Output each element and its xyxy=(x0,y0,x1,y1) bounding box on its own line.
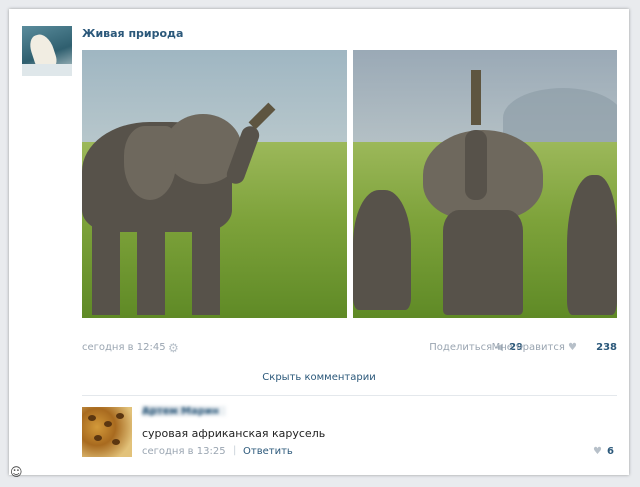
elephant-leg xyxy=(137,225,165,315)
avatar-spot xyxy=(112,439,120,445)
post-photo-right[interactable] xyxy=(353,50,617,318)
elephant-leg xyxy=(92,225,120,315)
hide-comments-link[interactable]: Скрыть комментарии xyxy=(9,372,629,383)
comment-avatar[interactable] xyxy=(82,407,132,457)
comment-author-link[interactable]: Артем Марин xyxy=(142,406,226,416)
post-card: Живая природа сегодня в 12:45 ⚙ Поделить… xyxy=(9,9,629,475)
comment-text: суровая африканская карусель xyxy=(142,427,326,440)
crocodile-shape xyxy=(471,70,481,125)
elephant-ear xyxy=(124,126,176,200)
elephant-small-left xyxy=(353,190,411,310)
group-name-link[interactable]: Живая природа xyxy=(82,27,183,40)
elephant-leg xyxy=(192,225,220,315)
post-date[interactable]: сегодня в 12:45 xyxy=(82,342,166,353)
like-button[interactable]: Мне нравится ♥ xyxy=(492,342,577,353)
avatar-spot xyxy=(88,415,96,421)
avatar-spot xyxy=(104,421,112,427)
comment-like-count: 6 xyxy=(607,446,614,457)
share-label: Поделиться xyxy=(429,342,493,353)
gear-icon[interactable]: ⚙ xyxy=(168,341,179,355)
post-meta-row: сегодня в 12:45 ⚙ Поделиться ◀ 29 Мне нр… xyxy=(82,341,617,357)
comment-date[interactable]: сегодня в 13:25 xyxy=(142,446,226,457)
like-label: Мне нравится xyxy=(491,342,565,353)
ice-shape xyxy=(22,64,72,76)
elephant-small-right xyxy=(567,175,617,315)
watermark-icon: ☺ xyxy=(10,465,23,479)
comment-reply-link[interactable]: Ответить xyxy=(243,446,293,457)
group-avatar[interactable] xyxy=(22,26,72,76)
avatar-spot xyxy=(94,435,102,441)
comment-separator: | xyxy=(233,445,237,456)
elephant-trunk xyxy=(465,130,487,200)
like-count: 238 xyxy=(596,342,617,353)
avatar-spot xyxy=(116,413,124,419)
post-photo-left[interactable] xyxy=(82,50,347,318)
elephant-body xyxy=(443,210,523,315)
heart-icon: ♥ xyxy=(568,342,577,353)
comments-divider xyxy=(82,395,617,396)
heart-icon[interactable]: ♥ xyxy=(593,446,602,457)
